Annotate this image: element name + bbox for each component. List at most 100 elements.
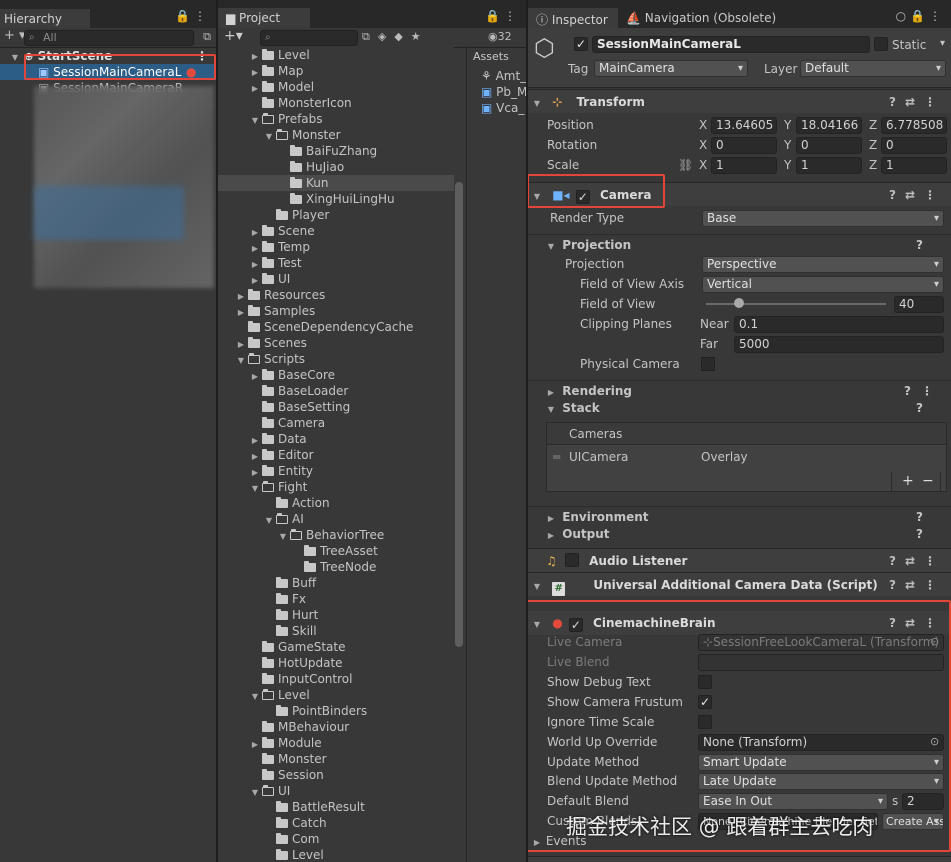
project-search-input[interactable]: ⌕ bbox=[260, 30, 358, 46]
project-tree-item[interactable]: Monster bbox=[218, 751, 454, 767]
dropdown-arrow-icon[interactable]: ▾ bbox=[940, 38, 945, 49]
project-tree-item[interactable]: ▶ Editor bbox=[218, 447, 454, 463]
project-tree-item[interactable]: TreeAsset bbox=[218, 543, 454, 559]
far-field[interactable]: 5000 bbox=[734, 336, 944, 353]
project-tree-item[interactable]: Skill bbox=[218, 623, 454, 639]
project-tree-item[interactable]: Catch bbox=[218, 815, 454, 831]
project-tree-item[interactable]: ▼ Fight bbox=[218, 479, 454, 495]
project-tree-item[interactable]: ▼ Prefabs bbox=[218, 111, 454, 127]
project-tree-item[interactable]: ▶ Resources bbox=[218, 287, 454, 303]
inspector-tab[interactable]: ⓘ Inspector bbox=[528, 8, 618, 28]
scale-y-field[interactable]: 1 bbox=[796, 157, 862, 174]
project-tree-item[interactable]: HotUpdate bbox=[218, 655, 454, 671]
project-tree-item[interactable]: TreeNode bbox=[218, 559, 454, 575]
fov-slider-track[interactable] bbox=[706, 303, 886, 305]
filter-icons[interactable]: ⧉◈◆★ bbox=[362, 30, 429, 44]
environment-header[interactable]: ▶ Environment ? bbox=[528, 506, 951, 526]
position-x-field[interactable]: 13.64605 bbox=[711, 117, 777, 134]
project-tree-item[interactable]: ▶ Data bbox=[218, 431, 454, 447]
project-tree-item[interactable]: PointBinders bbox=[218, 703, 454, 719]
tag-dropdown[interactable]: MainCamera bbox=[594, 60, 748, 77]
near-field[interactable]: 0.1 bbox=[734, 316, 944, 333]
scale-z-field[interactable]: 1 bbox=[881, 157, 947, 174]
gameobject-cube-icon[interactable]: ⬡ bbox=[534, 34, 555, 62]
fold-closed-icon[interactable]: ▶ bbox=[546, 526, 556, 546]
project-tree-item[interactable]: ▶ UI bbox=[218, 271, 454, 287]
lock-menu-icons[interactable]: 🔒⋮ bbox=[175, 9, 210, 23]
add-icon[interactable]: + bbox=[902, 473, 914, 489]
help-icon[interactable]: ? bbox=[916, 524, 923, 544]
project-tree-item[interactable]: BaseSetting bbox=[218, 399, 454, 415]
project-tree-item[interactable]: BattleResult bbox=[218, 799, 454, 815]
position-y-field[interactable]: 18.04166 bbox=[796, 117, 862, 134]
project-tree-item[interactable]: Session bbox=[218, 767, 454, 783]
project-tree-item[interactable]: ▶ Level bbox=[218, 47, 454, 63]
project-tree-item[interactable]: ▶ Scene bbox=[218, 223, 454, 239]
rendering-header[interactable]: ▶ Rendering ?⋮ bbox=[528, 380, 951, 400]
lock-menu-icons[interactable]: 🔒⋮ bbox=[485, 9, 520, 23]
project-tree-item[interactable]: ▶ Map bbox=[218, 63, 454, 79]
project-tree-item[interactable]: ▶ Samples bbox=[218, 303, 454, 319]
project-tree-item[interactable]: BaseLoader bbox=[218, 383, 454, 399]
project-tree-item[interactable]: Player bbox=[218, 207, 454, 223]
position-z-field[interactable]: 6.778508 bbox=[881, 117, 947, 134]
project-tree-item[interactable]: ▶ Scenes bbox=[218, 335, 454, 351]
project-tree-item[interactable]: SceneDependencyCache bbox=[218, 319, 454, 335]
help-preset-menu-icons[interactable]: ?⇄⋮ bbox=[889, 183, 945, 207]
link-icon[interactable]: ⛓ bbox=[678, 155, 693, 175]
remove-icon[interactable]: − bbox=[922, 473, 934, 489]
project-tree-item[interactable]: Buff bbox=[218, 575, 454, 591]
project-tree-item[interactable]: Hurt bbox=[218, 607, 454, 623]
tree-scrollbar[interactable] bbox=[455, 182, 463, 647]
help-preset-menu-icons[interactable]: ?⇄⋮ bbox=[889, 549, 945, 573]
project-tree-item[interactable]: ▶ Module bbox=[218, 735, 454, 751]
stack-item[interactable]: ═ UICamera Overlay bbox=[547, 447, 946, 467]
project-tree-item[interactable]: ▼ UI bbox=[218, 783, 454, 799]
fold-open-icon[interactable]: ▼ bbox=[546, 400, 556, 420]
project-tree-item[interactable]: ▶ Test bbox=[218, 255, 454, 271]
asset-item[interactable]: ▣ Pb_M bbox=[481, 84, 526, 100]
assets-breadcrumb[interactable]: Assets bbox=[473, 50, 509, 63]
project-tab[interactable]: ▆ Project bbox=[218, 8, 310, 28]
urp-camera-data-header[interactable]: ▼ # Universal Additional Camera Data (Sc… bbox=[528, 572, 951, 596]
add-icon[interactable]: + ▾ bbox=[4, 28, 26, 43]
project-tree-item[interactable]: XingHuiLingHu bbox=[218, 191, 454, 207]
asset-item[interactable]: ⚘ Amt_ bbox=[481, 68, 526, 84]
project-tree-item[interactable]: Camera bbox=[218, 415, 454, 431]
rotation-y-field[interactable]: 0 bbox=[796, 137, 862, 154]
active-checkbox[interactable]: ✓ bbox=[574, 37, 588, 51]
project-tree-item[interactable]: HuJiao bbox=[218, 159, 454, 175]
help-icon[interactable]: ? bbox=[916, 235, 923, 255]
project-tree-item[interactable]: ▶ BaseCore bbox=[218, 367, 454, 383]
project-tree-item[interactable]: Com bbox=[218, 831, 454, 847]
audio-listener-header[interactable]: ♫ Audio Listener ?⇄⋮ bbox=[528, 548, 951, 572]
render-type-dropdown[interactable]: Base bbox=[702, 210, 944, 227]
rotation-z-field[interactable]: 0 bbox=[881, 137, 947, 154]
project-tree-item[interactable]: GameState bbox=[218, 639, 454, 655]
drag-handle-icon[interactable]: ═ bbox=[553, 447, 560, 467]
project-tree-item[interactable]: Kun bbox=[218, 175, 454, 191]
project-tree-item[interactable]: ▼ BehaviorTree bbox=[218, 527, 454, 543]
output-header[interactable]: ▶ Output ? bbox=[528, 524, 951, 544]
project-tree-item[interactable]: MonsterIcon bbox=[218, 95, 454, 111]
fold-open-icon[interactable]: ▼ bbox=[532, 575, 542, 599]
add-icon[interactable]: +▾ bbox=[224, 28, 243, 44]
project-tree-item[interactable]: Action bbox=[218, 495, 454, 511]
project-tree-item[interactable]: InputControl bbox=[218, 671, 454, 687]
transform-header[interactable]: ▼ ⊹ Transform ?⇄⋮ bbox=[528, 89, 951, 113]
asset-item[interactable]: ▣ Vca_ bbox=[481, 100, 526, 116]
project-tree-item[interactable]: BaiFuZhang bbox=[218, 143, 454, 159]
layer-dropdown[interactable]: Default bbox=[800, 60, 946, 77]
project-tree-item[interactable]: ▶ Entity bbox=[218, 463, 454, 479]
audio-enabled-checkbox[interactable] bbox=[564, 553, 579, 567]
fov-axis-dropdown[interactable]: Vertical bbox=[702, 276, 944, 293]
project-tree-item[interactable]: ▶ Temp bbox=[218, 239, 454, 255]
search-options-icon[interactable]: ⧉ bbox=[203, 30, 211, 44]
fold-open-icon[interactable]: ▼ bbox=[532, 92, 542, 116]
static-checkbox[interactable] bbox=[874, 37, 888, 51]
project-tree-item[interactable]: ▼ AI bbox=[218, 511, 454, 527]
help-preset-menu-icons[interactable]: ?⇄⋮ bbox=[889, 90, 945, 114]
object-name-field[interactable]: SessionMainCameraL bbox=[592, 36, 870, 53]
scale-x-field[interactable]: 1 bbox=[711, 157, 777, 174]
help-preset-menu-icons[interactable]: ?⇄⋮ bbox=[889, 573, 945, 597]
